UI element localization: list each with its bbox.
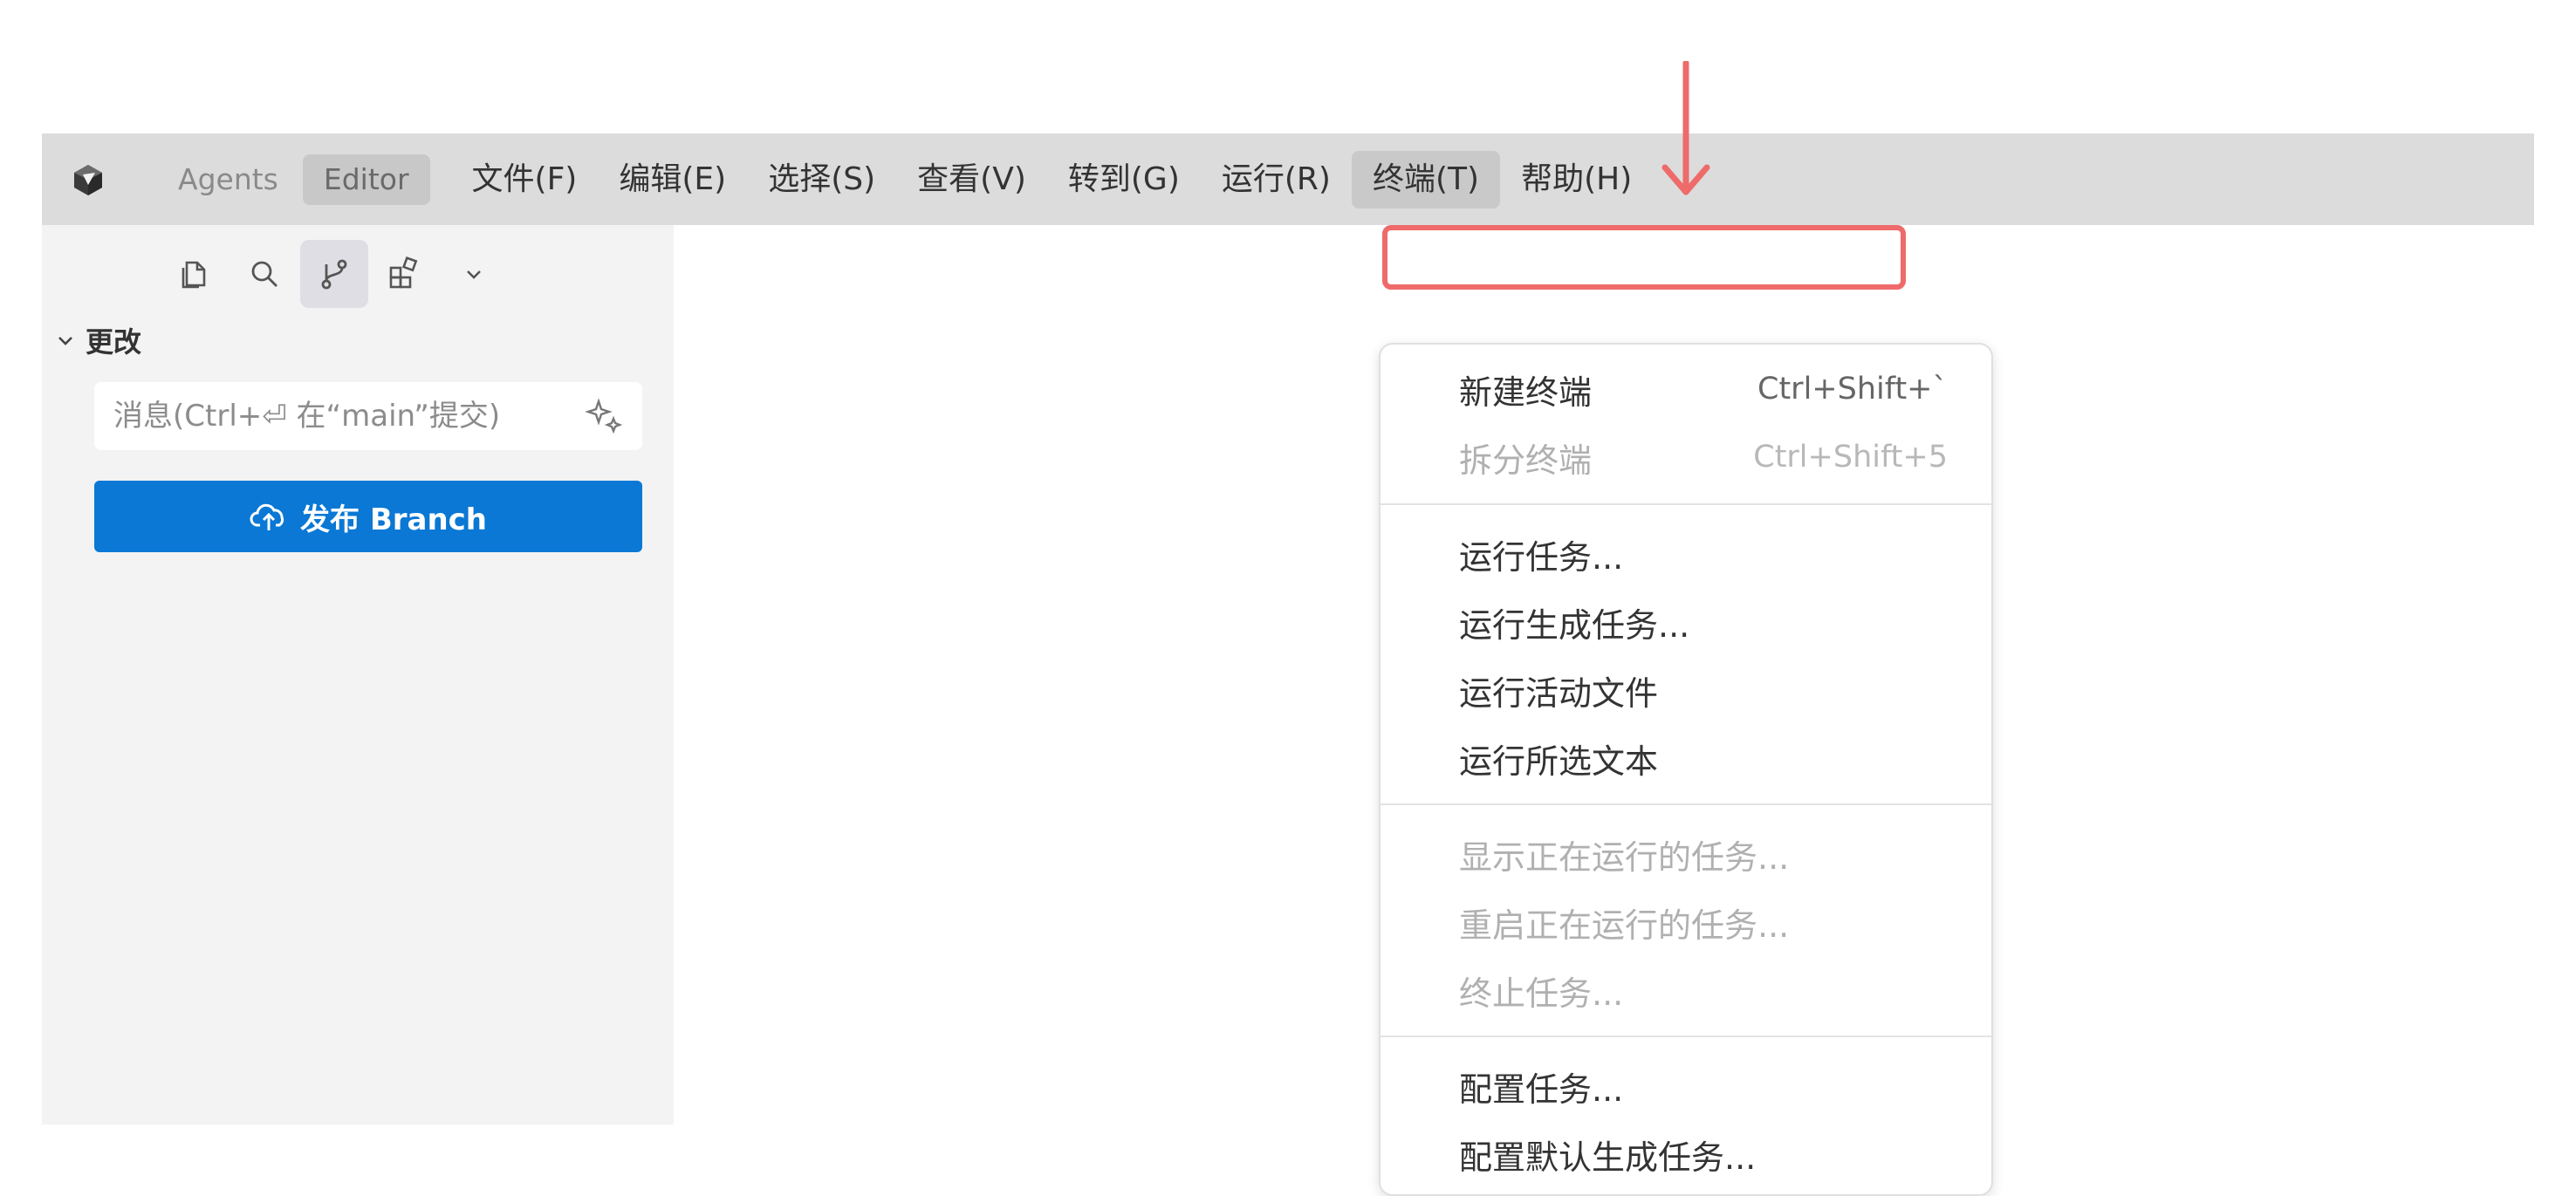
menu-terminal[interactable]: 终端(T): [1351, 150, 1501, 208]
chevron-down-icon: [54, 329, 77, 352]
cloud-upload-icon: [250, 499, 290, 534]
menu-item-label: 新建终端: [1459, 372, 1593, 412]
menu-go[interactable]: 转到(G): [1047, 151, 1201, 208]
menu-item-run-build-task[interactable]: 运行生成任务...: [1459, 591, 1948, 653]
menu-item-run-active-file[interactable]: 运行活动文件: [1459, 660, 1948, 721]
annotation-arrow-icon: [1661, 61, 1710, 195]
menu-item-configure-tasks[interactable]: 配置任务...: [1459, 1056, 1948, 1117]
menu-separator: [1380, 803, 1991, 805]
extensions-icon[interactable]: [370, 240, 438, 308]
menu-item-label: 配置默认生成任务...: [1459, 1138, 1757, 1177]
menu-item-label: 重启正在运行的任务...: [1459, 906, 1790, 945]
menu-item-terminate-task: 终止任务...: [1459, 960, 1948, 1021]
publish-branch-button[interactable]: 发布 Branch: [94, 481, 642, 552]
cursor-cube-icon[interactable]: [68, 160, 108, 200]
menu-separator: [1380, 1035, 1991, 1037]
menu-item-label: 运行生成任务...: [1459, 605, 1690, 645]
terminal-menu-dropdown: 新建终端 Ctrl+Shift+` 拆分终端 Ctrl+Shift+5 运行任务…: [1379, 343, 1993, 1196]
menu-item-run-selected-text[interactable]: 运行所选文本: [1459, 728, 1948, 789]
search-icon[interactable]: [230, 240, 298, 308]
menu-item-shortcut: Ctrl+Shift+5: [1753, 440, 1948, 475]
menu-bar: Agents Editor 文件(F) 编辑(E) 选择(S) 查看(V) 转到…: [42, 133, 2534, 225]
menu-item-configure-default-build-task[interactable]: 配置默认生成任务...: [1459, 1124, 1948, 1185]
section-title: 更改: [86, 325, 142, 359]
menu-item-label: 配置任务...: [1459, 1070, 1624, 1109]
menu-item-shortcut: Ctrl+Shift+`: [1757, 372, 1948, 407]
menu-file[interactable]: 文件(F): [451, 151, 599, 208]
menu-item-label: 终止任务...: [1459, 974, 1624, 1013]
menu-item-label: 运行活动文件: [1459, 673, 1659, 713]
publish-branch-label: 发布 Branch: [299, 502, 488, 537]
menu-item-restart-running-task: 重启正在运行的任务...: [1459, 892, 1948, 953]
mode-tab-editor[interactable]: Editor: [302, 154, 430, 205]
menu-item-label: 显示正在运行的任务...: [1459, 837, 1790, 877]
menu-run[interactable]: 运行(R): [1201, 151, 1352, 208]
mode-tab-agents[interactable]: Agents: [157, 154, 299, 205]
menu-item-label: 运行所选文本: [1459, 742, 1659, 781]
menu-selection[interactable]: 选择(S): [747, 151, 896, 208]
source-control-icon[interactable]: [300, 240, 368, 308]
menu-help[interactable]: 帮助(H): [1500, 151, 1653, 208]
changes-section-header[interactable]: 更改: [54, 316, 141, 365]
commit-message-box: [94, 382, 642, 450]
menu-item-split-terminal: 拆分终端 Ctrl+Shift+5: [1459, 427, 1948, 488]
commit-message-input[interactable]: [112, 398, 585, 434]
annotation-highlight-box: [1382, 225, 1906, 290]
menu-item-new-terminal[interactable]: 新建终端 Ctrl+Shift+`: [1459, 359, 1948, 420]
menu-view[interactable]: 查看(V): [896, 151, 1047, 208]
menu-separator: [1380, 503, 1991, 505]
menu-item-label: 拆分终端: [1459, 441, 1593, 480]
activity-bar: [42, 239, 674, 309]
menu-item-show-running-tasks: 显示正在运行的任务...: [1459, 824, 1948, 885]
sidebar: 更改 发布 Branch: [42, 225, 674, 1124]
sparkle-icon[interactable]: [585, 396, 625, 436]
explorer-icon[interactable]: [161, 240, 229, 308]
menu-item-run-task[interactable]: 运行任务...: [1459, 523, 1948, 584]
editor-window: Agents Editor 文件(F) 编辑(E) 选择(S) 查看(V) 转到…: [42, 133, 2534, 1196]
menu-edit[interactable]: 编辑(E): [598, 151, 747, 208]
menu-item-label: 运行任务...: [1459, 537, 1624, 577]
chevron-down-icon[interactable]: [440, 240, 508, 308]
